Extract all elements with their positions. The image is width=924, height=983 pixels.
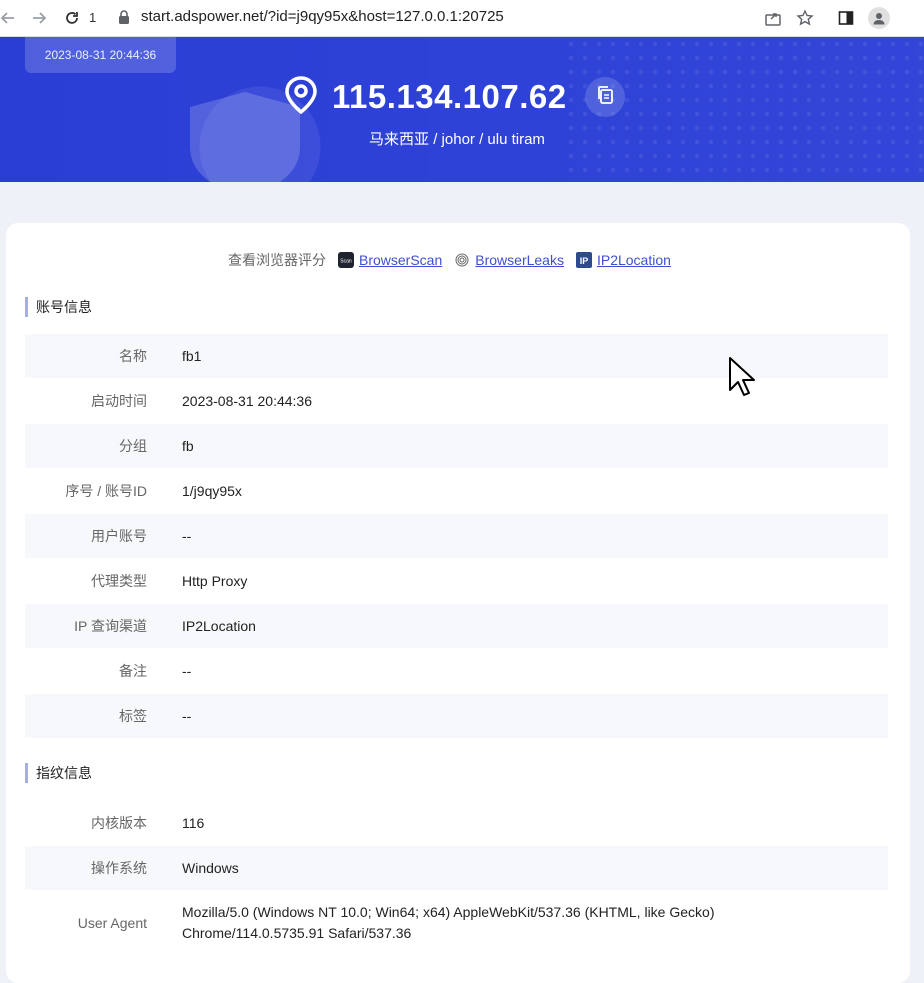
field-label: 操作系统 xyxy=(91,860,147,876)
field-value: -- xyxy=(182,708,192,724)
svg-text:Scan: Scan xyxy=(340,259,352,265)
table-row: 代理类型 Http Proxy xyxy=(25,559,888,603)
table-row: User Agent Mozilla/5.0 (Windows NT 10.0;… xyxy=(25,892,888,954)
table-row: 标签 -- xyxy=(25,694,888,738)
ip2location-link[interactable]: IP2Location xyxy=(597,252,671,268)
ip2location-icon: IP xyxy=(575,252,592,268)
table-row: 内核版本 116 xyxy=(25,801,888,845)
score-label: 查看浏览器评分 xyxy=(228,252,326,268)
back-icon[interactable] xyxy=(0,6,20,30)
browserscan-icon: Scan xyxy=(338,252,354,268)
browser-score-links: 查看浏览器评分 Scan BrowserScan BrowserLeaks IP… xyxy=(228,250,671,270)
table-row: 分组 fb xyxy=(25,424,888,468)
table-row: 序号 / 账号ID 1/j9qy95x xyxy=(25,469,888,513)
field-label: IP 查询渠道 xyxy=(74,618,147,634)
share-icon[interactable] xyxy=(761,6,785,30)
location-pin-icon xyxy=(284,75,318,119)
browserscan-link[interactable]: BrowserScan xyxy=(359,252,442,268)
browserleaks-icon xyxy=(454,252,470,268)
launch-timestamp-badge: 2023-08-31 20:44:36 xyxy=(25,37,176,73)
field-label: 分组 xyxy=(119,438,147,454)
field-label: 序号 / 账号ID xyxy=(65,483,147,499)
user-icon xyxy=(868,7,890,29)
field-value: -- xyxy=(182,663,192,679)
field-label: User Agent xyxy=(77,915,147,931)
field-label: 用户账号 xyxy=(91,528,147,544)
field-label: 名称 xyxy=(119,348,147,364)
field-value: fb xyxy=(182,438,194,454)
address-bar[interactable]: start.adspower.net/?id=j9qy95x&host=127.… xyxy=(141,8,504,25)
copy-icon xyxy=(596,85,614,110)
field-label: 内核版本 xyxy=(91,815,147,831)
field-label: 启动时间 xyxy=(91,393,147,409)
fingerprint-info-title: 指纹信息 xyxy=(25,763,92,783)
account-info-title: 账号信息 xyxy=(25,297,92,317)
field-value: Http Proxy xyxy=(182,573,248,589)
copy-ip-button[interactable] xyxy=(584,77,625,117)
info-card: 查看浏览器评分 Scan BrowserScan BrowserLeaks IP… xyxy=(6,223,910,983)
user-agent-line: Chrome/114.0.5735.91 Safari/537.36 xyxy=(182,925,412,941)
field-value: 116 xyxy=(182,815,205,831)
table-row: 名称 fb1 xyxy=(25,334,888,378)
user-agent-line: Mozilla/5.0 (Windows NT 10.0; Win64; x64… xyxy=(182,904,715,920)
ip-location: 马来西亚 / johor / ulu tiram xyxy=(369,131,545,148)
lock-icon[interactable] xyxy=(118,9,130,30)
svg-text:IP: IP xyxy=(580,256,589,266)
side-panel-icon[interactable] xyxy=(834,6,858,30)
ip-display: 115.134.107.62 xyxy=(284,75,625,119)
field-value: 2023-08-31 20:44:36 xyxy=(182,393,312,409)
table-row: 操作系统 Windows xyxy=(25,846,888,890)
table-row: 备注 -- xyxy=(25,649,888,693)
forward-icon[interactable] xyxy=(27,6,51,30)
field-label: 备注 xyxy=(119,663,147,679)
field-value: -- xyxy=(182,528,192,544)
table-row: 启动时间 2023-08-31 20:44:36 xyxy=(25,379,888,423)
table-row: IP 查询渠道 IP2Location xyxy=(25,604,888,648)
profile-avatar[interactable] xyxy=(867,6,891,30)
bookmark-star-icon[interactable] xyxy=(793,6,817,30)
field-value: fb1 xyxy=(182,348,202,364)
field-value: IP2Location xyxy=(182,618,256,634)
ip-address: 115.134.107.62 xyxy=(332,78,567,115)
tab-count: 1 xyxy=(89,10,97,25)
browserleaks-link[interactable]: BrowserLeaks xyxy=(475,252,564,268)
browser-toolbar: 1 start.adspower.net/?id=j9qy95x&host=12… xyxy=(0,0,924,37)
field-value: 1/j9qy95x xyxy=(182,483,242,499)
field-label: 代理类型 xyxy=(91,573,147,589)
mouse-cursor-icon xyxy=(729,357,755,396)
field-value: Mozilla/5.0 (Windows NT 10.0; Win64; x64… xyxy=(182,902,714,944)
field-label: 标签 xyxy=(119,708,147,724)
field-value: Windows xyxy=(182,860,239,876)
reload-icon[interactable] xyxy=(60,6,84,30)
table-row: 用户账号 -- xyxy=(25,514,888,558)
